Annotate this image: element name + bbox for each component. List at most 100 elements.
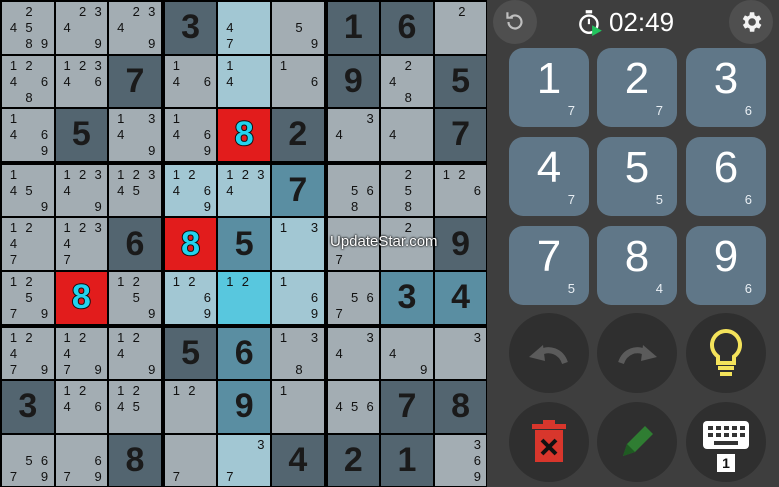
sudoku-cell[interactable]: 2 xyxy=(272,109,324,161)
sudoku-cell[interactable]: 8 xyxy=(164,218,217,270)
sudoku-cell[interactable]: 1234612346 xyxy=(55,55,108,108)
digit-button-6[interactable]: 66 xyxy=(686,137,766,216)
sudoku-cell[interactable]: 5 xyxy=(434,55,487,108)
reset-button[interactable] xyxy=(493,0,537,44)
hint-button[interactable] xyxy=(686,313,766,393)
sudoku-cell[interactable]: 456456 xyxy=(327,381,380,433)
digit-button-9[interactable]: 96 xyxy=(686,226,766,305)
pencil-button[interactable] xyxy=(597,402,677,482)
sudoku-cell[interactable]: 138138 xyxy=(272,327,324,380)
sudoku-cell[interactable]: 3434 xyxy=(327,109,380,161)
sudoku-cell[interactable]: 4949 xyxy=(381,327,433,380)
sudoku-cell[interactable]: 1414 xyxy=(218,55,270,108)
sudoku-cell[interactable]: 1234512345 xyxy=(109,164,161,217)
sudoku-cell[interactable]: 5959 xyxy=(272,2,324,54)
delete-button[interactable] xyxy=(509,402,589,482)
sudoku-cell[interactable]: 3 xyxy=(381,272,433,324)
sudoku-cell[interactable]: 1247912479 xyxy=(55,327,108,380)
digit-button-4[interactable]: 47 xyxy=(509,137,589,216)
candidate-digit: 4 xyxy=(63,20,71,35)
sudoku-cell[interactable]: 1246912469 xyxy=(164,164,217,217)
sudoku-cell[interactable]: 8 xyxy=(109,434,161,487)
sudoku-cell[interactable]: 1 xyxy=(381,434,433,487)
candidate-digit: 1 xyxy=(117,166,125,182)
sudoku-cell[interactable]: 146146 xyxy=(164,55,217,108)
sudoku-cell[interactable]: 12591259 xyxy=(109,272,161,324)
sudoku-cell[interactable]: 77 xyxy=(164,434,217,487)
sudoku-cell[interactable]: 9 xyxy=(327,55,380,108)
sudoku-cell[interactable]: 126126 xyxy=(434,164,487,217)
sudoku-cell[interactable]: 3 xyxy=(2,381,54,433)
sudoku-cell[interactable]: 12341234 xyxy=(218,164,270,217)
digit-button-2[interactable]: 27 xyxy=(597,48,677,127)
sudoku-cell[interactable]: 56795679 xyxy=(2,434,54,487)
sudoku-cell[interactable]: 4747 xyxy=(218,2,270,54)
sudoku-cell[interactable]: 5 xyxy=(55,109,108,161)
sudoku-cell[interactable]: 12451245 xyxy=(109,381,161,433)
sudoku-cell[interactable]: 6 xyxy=(109,218,161,270)
sudoku-cell[interactable]: 13491349 xyxy=(109,109,161,161)
sudoku-cell[interactable]: 14691469 xyxy=(164,109,217,161)
sudoku-cell[interactable]: 1212 xyxy=(164,381,217,433)
sudoku-cell[interactable]: 1234912349 xyxy=(55,164,108,217)
sudoku-cell[interactable]: 7 xyxy=(381,381,433,433)
sudoku-cell[interactable]: 568568 xyxy=(327,164,380,217)
sudoku-cell[interactable]: 2458924589 xyxy=(2,2,54,54)
sudoku-cell[interactable]: 3434 xyxy=(327,327,380,380)
sudoku-cell[interactable]: 8 xyxy=(434,381,487,433)
sudoku-cell[interactable]: 44 xyxy=(381,109,433,161)
sudoku-cell[interactable]: 8 xyxy=(218,109,270,161)
sudoku-cell[interactable]: 8 xyxy=(55,272,108,324)
sudoku-cell[interactable]: 248248 xyxy=(381,55,433,108)
digit-button-3[interactable]: 36 xyxy=(686,48,766,127)
sudoku-cell[interactable]: 7 xyxy=(109,55,161,108)
sudoku-cell[interactable]: 11 xyxy=(272,381,324,433)
candidate-digit: 1 xyxy=(63,329,71,345)
digit-button-8[interactable]: 84 xyxy=(597,226,677,305)
sudoku-cell[interactable]: 5 xyxy=(218,218,270,270)
settings-button[interactable] xyxy=(729,0,773,44)
sudoku-cell[interactable]: 6 xyxy=(381,2,433,54)
sudoku-cell[interactable]: 369369 xyxy=(434,434,487,487)
digit-button-5[interactable]: 55 xyxy=(597,137,677,216)
redo-button[interactable] xyxy=(597,313,677,393)
sudoku-cell[interactable]: 4 xyxy=(272,434,324,487)
sudoku-cell[interactable]: 1234712347 xyxy=(55,218,108,270)
digit-label: 3 xyxy=(713,54,739,103)
sudoku-cell[interactable]: 169169 xyxy=(272,272,324,324)
sudoku-cell[interactable]: 6 xyxy=(218,327,270,380)
sudoku-cell[interactable]: 23492349 xyxy=(55,2,108,54)
sudoku-cell[interactable]: 1616 xyxy=(272,55,324,108)
sudoku-cell[interactable]: 1212 xyxy=(218,272,270,324)
sudoku-cell[interactable]: 7 xyxy=(272,164,324,217)
sudoku-cell[interactable]: 33 xyxy=(434,327,487,380)
sudoku-cell[interactable]: 1246812468 xyxy=(2,55,54,108)
sudoku-cell[interactable]: 4 xyxy=(434,272,487,324)
sudoku-cell[interactable]: 1427914279 xyxy=(2,327,54,380)
sudoku-cell[interactable]: 3 xyxy=(164,2,217,54)
sudoku-cell[interactable]: 12471247 xyxy=(2,218,54,270)
digit-button-1[interactable]: 17 xyxy=(509,48,589,127)
sudoku-cell[interactable]: 7 xyxy=(434,109,487,161)
undo-button[interactable] xyxy=(509,313,589,393)
sudoku-cell[interactable]: 1313 xyxy=(272,218,324,270)
sudoku-cell[interactable]: 1 xyxy=(327,2,380,54)
sudoku-cell[interactable]: 2 xyxy=(327,434,380,487)
sudoku-cell[interactable]: 14691469 xyxy=(2,109,54,161)
sudoku-cell[interactable]: 1257912579 xyxy=(2,272,54,324)
sudoku-cell[interactable]: 5 xyxy=(164,327,217,380)
digit-button-7[interactable]: 75 xyxy=(509,226,589,305)
sudoku-cell[interactable]: 679679 xyxy=(55,434,108,487)
sudoku-cell[interactable]: 9 xyxy=(218,381,270,433)
sudoku-cell[interactable]: 9 xyxy=(434,218,487,270)
sudoku-cell[interactable]: 23492349 xyxy=(109,2,161,54)
sudoku-cell[interactable]: 258258 xyxy=(381,164,433,217)
keyboard-button[interactable]: 1 xyxy=(686,402,766,482)
sudoku-cell[interactable]: 12491249 xyxy=(109,327,161,380)
sudoku-cell[interactable]: 14591459 xyxy=(2,164,54,217)
sudoku-cell[interactable]: 3737 xyxy=(218,434,270,487)
sudoku-cell[interactable]: 12461246 xyxy=(55,381,108,433)
sudoku-cell[interactable]: 567567 xyxy=(327,272,380,324)
sudoku-cell[interactable]: 12691269 xyxy=(164,272,217,324)
sudoku-cell[interactable]: 22 xyxy=(434,2,487,54)
